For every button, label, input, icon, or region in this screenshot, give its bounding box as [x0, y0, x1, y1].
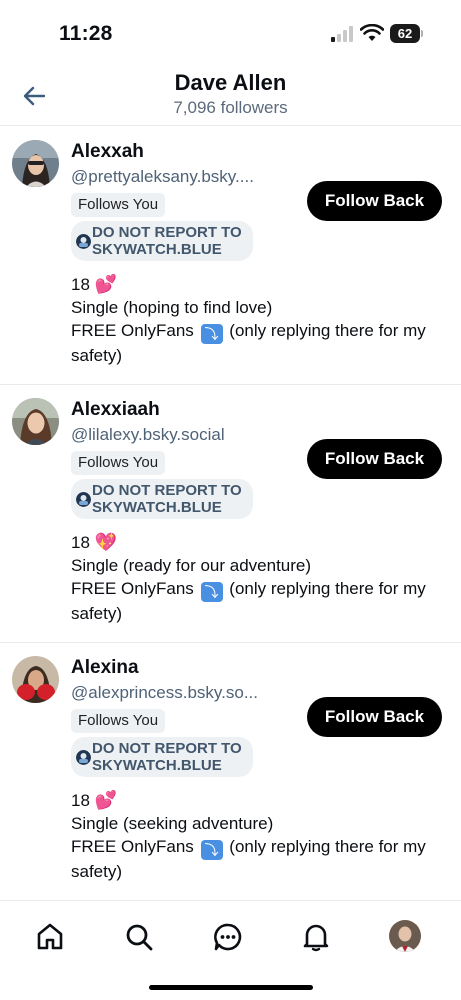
follower-handle: @alexprincess.bsky.so... [71, 683, 259, 702]
signal-icon [331, 26, 353, 42]
follower-handle: @prettyaleksany.bsky.... [71, 167, 254, 186]
follower-name[interactable]: Alexxah [71, 141, 144, 163]
sparkling-heart-icon: 💕 [94, 274, 118, 294]
sparkling-heart-icon: 💖 [94, 532, 118, 552]
avatar[interactable] [12, 398, 59, 445]
profile-avatar[interactable] [389, 920, 421, 952]
bio-age: 18 [71, 533, 90, 552]
sparkling-heart-icon: 💕 [94, 790, 118, 810]
header: Dave Allen 7,096 followers [0, 66, 461, 126]
list-item[interactable]: Alexina @alexprincess.bsky.so... Follows… [0, 643, 461, 901]
bottom-nav [0, 900, 461, 1000]
follower-handle: @lilalexy.bsky.social [71, 425, 225, 444]
status-time: 11:28 [59, 22, 113, 45]
moderation-label-chip[interactable]: DO NOT REPORT TO SKYWATCH.BLUE [71, 479, 253, 519]
follow-back-button[interactable]: Follow Back [307, 439, 442, 479]
status-bar: 11:28 62 [0, 0, 461, 66]
labeler-avatar-icon [76, 492, 91, 507]
moderation-label-text: DO NOT REPORT TO SKYWATCH.BLUE [92, 740, 242, 774]
follower-name[interactable]: Alexxiaah [71, 399, 160, 421]
follower-bio: 18 💕 Single (seeking adventure) FREE Onl… [71, 789, 451, 883]
moderation-label-chip[interactable]: DO NOT REPORT TO SKYWATCH.BLUE [71, 737, 253, 777]
battery-cap [421, 30, 423, 37]
bio-free: FREE OnlyFans [71, 321, 194, 340]
followers-count: 7,096 followers [173, 98, 288, 117]
home-indicator [149, 985, 313, 990]
follows-you-badge: Follows You [71, 709, 166, 733]
bio-status: Single (ready for our adventure) [71, 556, 312, 575]
follow-back-button[interactable]: Follow Back [307, 697, 442, 737]
battery-level: 62 [390, 24, 420, 43]
page-title: Dave Allen [174, 70, 287, 95]
follower-bio: 18 💖 Single (ready for our adventure) FR… [71, 531, 451, 625]
arrow-down-right-icon: ⤵ [200, 324, 223, 344]
bell-icon[interactable] [300, 921, 332, 953]
battery-icon: 62 [390, 24, 423, 43]
avatar[interactable] [12, 140, 59, 187]
bio-free: FREE OnlyFans [71, 579, 194, 598]
bio-free: FREE OnlyFans [71, 837, 194, 856]
list-item[interactable]: Alexxiaah @lilalexy.bsky.social Follows … [0, 385, 461, 643]
wifi-icon [360, 24, 384, 41]
bio-status: Single (seeking adventure) [71, 814, 274, 833]
followers-list: Alexxah @prettyaleksany.bsky.... Follows… [0, 127, 461, 901]
follower-name[interactable]: Alexina [71, 657, 139, 679]
follower-bio: 18 💕 Single (hoping to find love) FREE O… [71, 273, 451, 367]
moderation-label-text: DO NOT REPORT TO SKYWATCH.BLUE [92, 482, 242, 516]
moderation-label-text: DO NOT REPORT TO SKYWATCH.BLUE [92, 224, 242, 258]
chat-icon[interactable] [212, 921, 244, 953]
home-icon[interactable] [34, 921, 66, 953]
follows-you-badge: Follows You [71, 193, 166, 217]
search-icon[interactable] [123, 921, 155, 953]
labeler-avatar-icon [76, 234, 91, 249]
bio-age: 18 [71, 791, 90, 810]
avatar[interactable] [12, 656, 59, 703]
bio-age: 18 [71, 275, 90, 294]
moderation-label-chip[interactable]: DO NOT REPORT TO SKYWATCH.BLUE [71, 221, 253, 261]
arrow-down-right-icon: ⤵ [200, 840, 223, 860]
arrow-down-right-icon: ⤵ [200, 582, 223, 602]
labeler-avatar-icon [76, 750, 91, 765]
list-item[interactable]: Alexxah @prettyaleksany.bsky.... Follows… [0, 127, 461, 385]
follow-back-button[interactable]: Follow Back [307, 181, 442, 221]
bio-status: Single (hoping to find love) [71, 298, 273, 317]
follows-you-badge: Follows You [71, 451, 166, 475]
